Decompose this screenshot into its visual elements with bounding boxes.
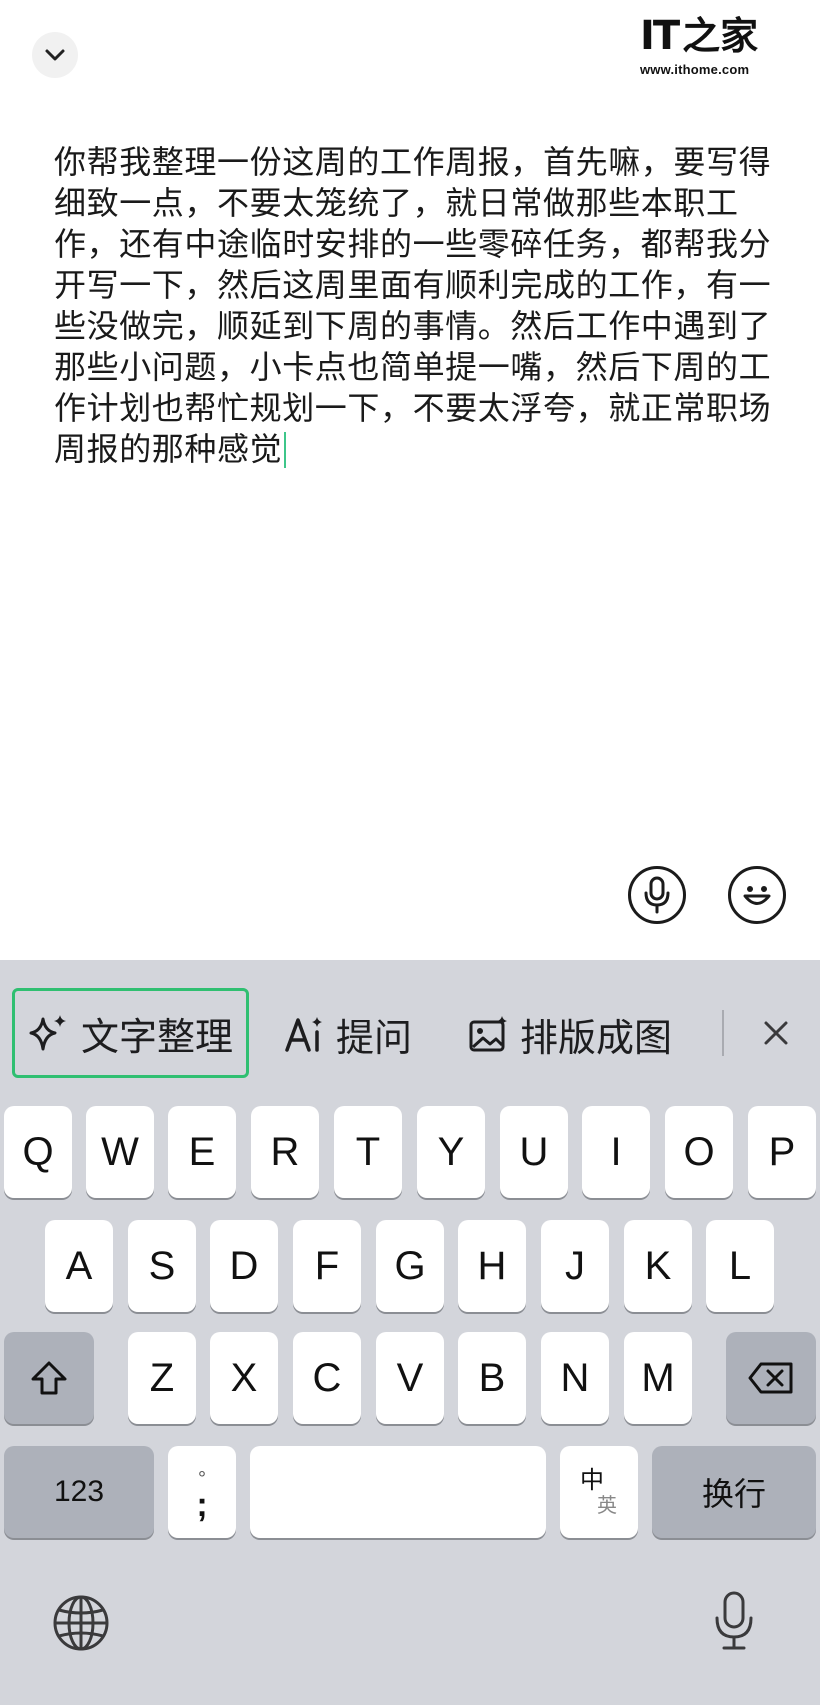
key-q[interactable]: Q bbox=[4, 1106, 72, 1198]
chevron-down-icon bbox=[45, 49, 65, 61]
numbers-key[interactable]: 123 bbox=[4, 1446, 154, 1538]
globe-button[interactable] bbox=[52, 1594, 110, 1656]
close-toolbar-button[interactable] bbox=[756, 1010, 796, 1056]
text-organize-button[interactable]: 文字整理 bbox=[12, 988, 249, 1078]
key-r[interactable]: R bbox=[251, 1106, 319, 1198]
key-y[interactable]: Y bbox=[417, 1106, 485, 1198]
shift-arrow-icon bbox=[31, 1361, 67, 1395]
key-z[interactable]: Z bbox=[128, 1332, 196, 1424]
layout-image-label: 排版成图 bbox=[520, 1015, 673, 1060]
key-k[interactable]: K bbox=[624, 1220, 692, 1312]
key-row-1: Q W E R T Y U I O P bbox=[0, 1106, 820, 1198]
message-text: 你帮我整理一份这周的工作周报，首先嘛，要写得细致一点，不要太笼统了，就日常做那些… bbox=[54, 143, 772, 468]
ask-label: 提问 bbox=[336, 1015, 413, 1060]
smiley-icon bbox=[743, 886, 771, 905]
punct-bottom: ; bbox=[196, 1486, 208, 1524]
toolbar-divider bbox=[722, 1010, 724, 1056]
microphone-icon bbox=[644, 876, 670, 914]
layout-image-button[interactable]: 排版成图 bbox=[468, 990, 672, 1078]
key-t[interactable]: T bbox=[334, 1106, 402, 1198]
logo-latin: IT bbox=[640, 13, 680, 59]
key-b[interactable]: B bbox=[458, 1332, 526, 1424]
ask-button[interactable]: 提问 bbox=[284, 990, 412, 1078]
key-row-3: Z X C V B N M bbox=[0, 1332, 820, 1424]
language-switch-key[interactable]: 中 英 bbox=[560, 1446, 638, 1538]
key-x[interactable]: X bbox=[210, 1332, 278, 1424]
text-organize-label: 文字整理 bbox=[81, 1014, 234, 1059]
key-d[interactable]: D bbox=[210, 1220, 278, 1312]
key-row-2: A S D F G H J K L bbox=[0, 1220, 820, 1312]
key-f[interactable]: F bbox=[293, 1220, 361, 1312]
key-l[interactable]: L bbox=[706, 1220, 774, 1312]
ai-text-icon bbox=[284, 1014, 326, 1054]
microphone-icon bbox=[715, 1591, 753, 1650]
keyboard: 文字整理 提问 排版成图 Q W E R T Y U I O P A S D F… bbox=[0, 960, 820, 1705]
key-p[interactable]: P bbox=[748, 1106, 816, 1198]
key-j[interactable]: J bbox=[541, 1220, 609, 1312]
backspace-key[interactable] bbox=[726, 1332, 816, 1424]
text-caret bbox=[284, 432, 287, 468]
dictation-button[interactable] bbox=[712, 1590, 756, 1656]
lang-cn-label: 中 bbox=[580, 1466, 604, 1494]
message-input[interactable]: 你帮我整理一份这周的工作周报，首先嘛，要写得细致一点，不要太笼统了，就日常做那些… bbox=[54, 142, 776, 470]
sparkle-icon bbox=[27, 1011, 71, 1055]
shift-key[interactable] bbox=[4, 1332, 94, 1424]
logo-cn: 之家 bbox=[682, 13, 759, 58]
globe-icon bbox=[53, 1595, 109, 1651]
ithome-watermark: IT 之家 www.ithome.com bbox=[640, 12, 810, 82]
key-w[interactable]: W bbox=[86, 1106, 154, 1198]
key-o[interactable]: O bbox=[665, 1106, 733, 1198]
close-icon bbox=[764, 1021, 788, 1045]
key-u[interactable]: U bbox=[500, 1106, 568, 1198]
backspace-icon bbox=[748, 1362, 793, 1394]
punctuation-key[interactable]: ° ; bbox=[168, 1446, 236, 1538]
key-c[interactable]: C bbox=[293, 1332, 361, 1424]
emoji-button[interactable] bbox=[728, 866, 786, 924]
key-row-4: 123 ° ; 中 英 换行 bbox=[0, 1446, 820, 1538]
ithome-logo: IT 之家 bbox=[640, 12, 810, 60]
key-n[interactable]: N bbox=[541, 1332, 609, 1424]
key-s[interactable]: S bbox=[128, 1220, 196, 1312]
image-edit-icon bbox=[468, 1014, 510, 1054]
key-e[interactable]: E bbox=[168, 1106, 236, 1198]
return-key[interactable]: 换行 bbox=[652, 1446, 816, 1538]
keyboard-toolbar: 文字整理 提问 排版成图 bbox=[0, 960, 820, 1078]
voice-input-button[interactable] bbox=[628, 866, 686, 924]
key-g[interactable]: G bbox=[376, 1220, 444, 1312]
key-a[interactable]: A bbox=[45, 1220, 113, 1312]
space-key[interactable] bbox=[250, 1446, 546, 1538]
lang-en-label: 英 bbox=[597, 1493, 617, 1517]
key-v[interactable]: V bbox=[376, 1332, 444, 1424]
site-url: www.ithome.com bbox=[640, 62, 750, 77]
key-m[interactable]: M bbox=[624, 1332, 692, 1424]
key-h[interactable]: H bbox=[458, 1220, 526, 1312]
collapse-button[interactable] bbox=[32, 32, 78, 78]
key-i[interactable]: I bbox=[582, 1106, 650, 1198]
screen: IT 之家 www.ithome.com 你帮我整理一份这周的工作周报，首先嘛，… bbox=[0, 0, 820, 1705]
